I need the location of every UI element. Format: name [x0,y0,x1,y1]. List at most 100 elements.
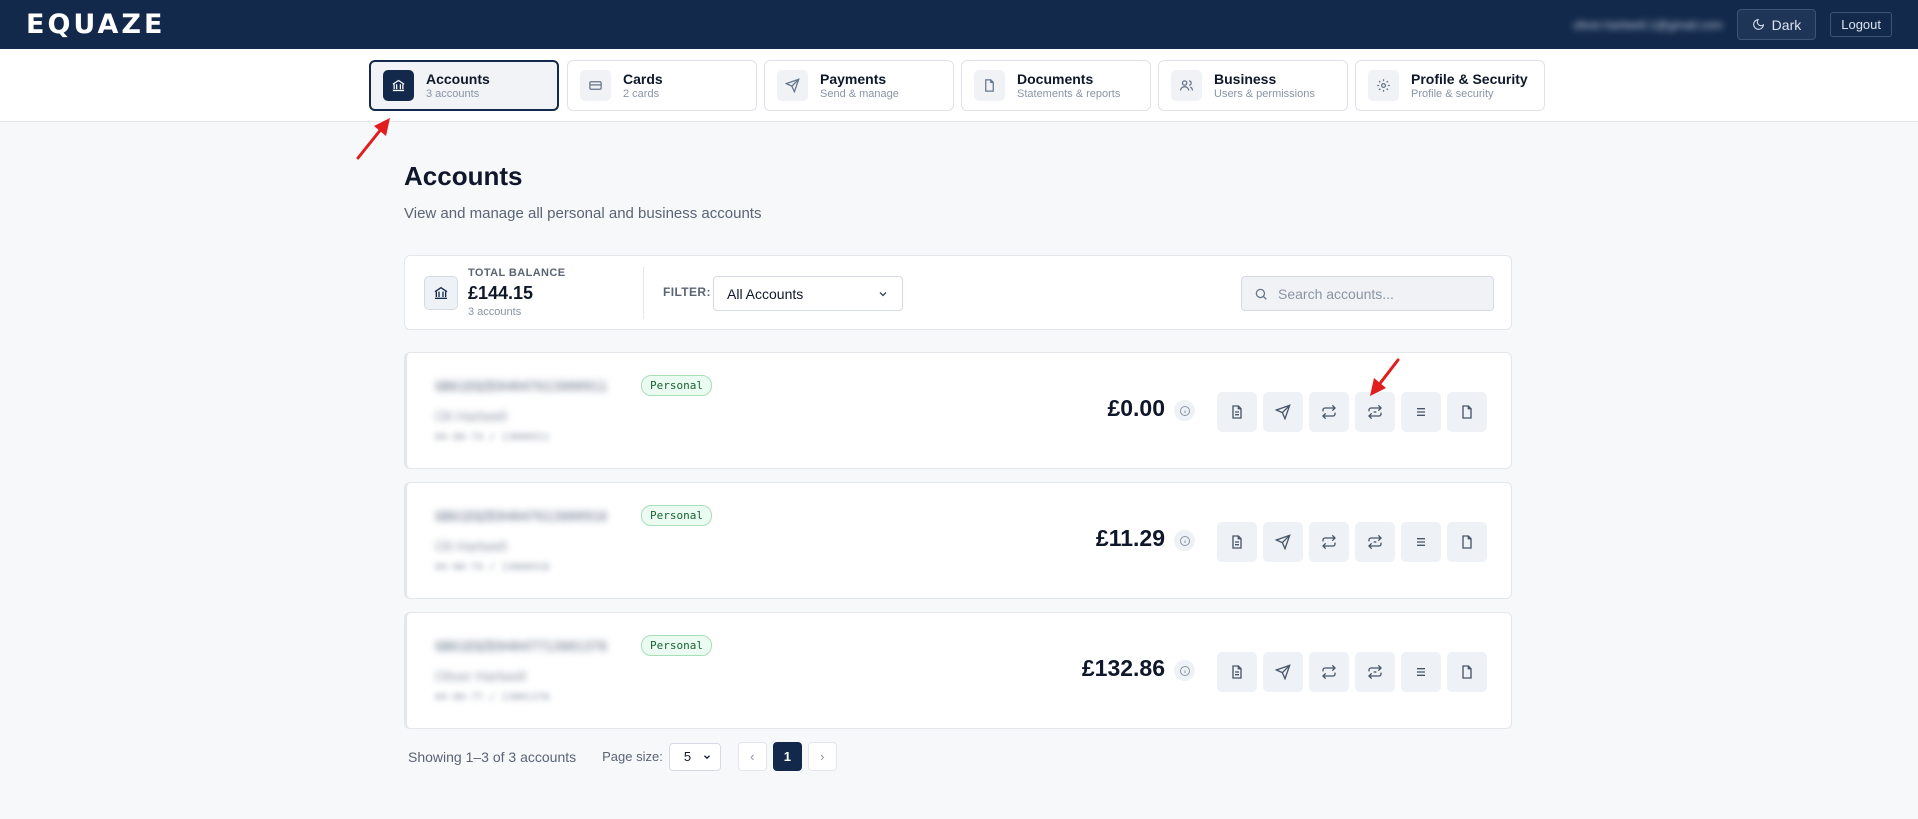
next-page-button[interactable]: › [807,742,837,771]
tab-subtitle: Users & permissions [1214,87,1315,100]
annotation-arrow-icon [1370,358,1400,396]
list-icon [1417,538,1425,546]
info-icon[interactable] [1174,530,1195,551]
document-button[interactable] [1447,652,1487,692]
tab-title: Payments [820,70,887,87]
dark-mode-label: Dark [1771,16,1802,33]
tab-accounts[interactable]: Accounts 3 accounts [369,60,559,111]
account-card[interactable]: GB61EQZE04047613800918 Personal Oli Hart… [404,482,1512,599]
statement-button[interactable] [1217,392,1257,432]
account-card[interactable]: GB61EQZE04047713801378 Personal Oliver H… [404,612,1512,729]
transfer-button[interactable] [1309,522,1349,562]
exchange-icon [1368,404,1382,420]
app-logo[interactable]: EQUAZE [26,9,165,40]
send-icon [1275,404,1291,420]
transfer-button[interactable] [1309,392,1349,432]
statement-button[interactable] [1217,652,1257,692]
account-sort-code: 04-00-74 / 13800918 [435,562,550,573]
tab-documents[interactable]: Documents Statements & reports [961,60,1151,111]
statement-button[interactable] [1217,522,1257,562]
file-text-icon [1232,665,1242,679]
file-text-icon [1232,535,1242,549]
chevron-down-icon [879,291,887,296]
page-title: Accounts [404,161,523,191]
transfer-button[interactable] [1309,652,1349,692]
account-iban: GB61EQZE04047713801378 [435,640,608,655]
users-icon [1171,70,1202,101]
repeat-icon [1322,534,1336,550]
send-icon [1275,534,1291,550]
logout-button[interactable]: Logout [1830,12,1892,37]
page-subtitle: View and manage all personal and busines… [404,205,762,222]
tab-profile-security[interactable]: Profile & Security Profile & security [1355,60,1545,111]
account-filter-select[interactable]: All Accounts [713,276,903,311]
gear-icon [1368,70,1399,101]
repeat-icon [1322,404,1336,420]
dark-mode-button[interactable]: Dark [1736,9,1817,40]
pagination-bar: Showing 1–3 of 3 accounts Page size: 5 ‹… [408,742,837,771]
account-card[interactable]: GB61EQZE04047613800911 Personal Oli Hart… [404,352,1512,469]
document-icon [1462,535,1472,549]
total-balance-label: TOTAL BALANCE [468,267,566,279]
account-type-badge: Personal [641,635,712,656]
send-payment-button[interactable] [1263,392,1303,432]
exchange-button[interactable] [1355,652,1395,692]
account-sort-code: 04-00-77 / 13801378 [435,692,550,703]
account-type-badge: Personal [641,505,712,526]
bank-icon [424,276,458,310]
account-holder-name: Oli Hartwell [435,408,507,424]
tab-cards[interactable]: Cards 2 cards [567,60,757,111]
tab-subtitle: 2 cards [623,87,660,100]
account-holder-name: Oli Hartwell [435,538,507,554]
tab-title: Profile & Security [1411,70,1528,87]
document-icon [1462,665,1472,679]
page-size-select[interactable]: 5 [668,742,721,771]
list-icon [1417,668,1425,676]
filter-label: FILTER: [663,285,711,299]
document-button[interactable] [1447,522,1487,562]
search-box[interactable] [1241,276,1494,311]
filter-value: All Accounts [727,285,804,302]
prev-page-button[interactable]: ‹ [737,742,767,771]
page-1-button[interactable]: 1 [772,742,802,771]
account-count: 3 accounts [468,306,522,318]
top-bar: EQUAZE oliver.hartwell.1@gmail.com Dark … [0,0,1918,49]
user-email: oliver.hartwell.1@gmail.com [1573,17,1723,32]
account-actions [1217,652,1487,692]
document-icon [1462,405,1472,419]
top-bar-actions: oliver.hartwell.1@gmail.com Dark Logout [1573,9,1892,40]
search-icon [1255,288,1267,300]
transactions-button[interactable] [1401,652,1441,692]
summary-divider [643,267,644,319]
balance-summary: TOTAL BALANCE £144.15 3 accounts FILTER:… [404,255,1512,330]
account-actions [1217,522,1487,562]
tab-title: Documents [1017,70,1094,87]
file-text-icon [1232,405,1242,419]
tab-subtitle: Profile & security [1411,87,1494,100]
exchange-button[interactable] [1355,522,1395,562]
transactions-button[interactable] [1401,522,1441,562]
search-input[interactable] [1278,285,1468,302]
exchange-icon [1368,534,1382,550]
tab-subtitle: Statements & reports [1017,87,1121,100]
tab-business[interactable]: Business Users & permissions [1158,60,1348,111]
account-actions [1217,392,1487,432]
list-icon [1417,408,1425,416]
account-balance: £11.29 [1095,525,1165,551]
send-payment-button[interactable] [1263,522,1303,562]
account-sort-code: 04-00-74 / 13800911 [435,432,550,443]
transactions-button[interactable] [1401,392,1441,432]
tab-title: Cards [623,70,663,87]
info-icon[interactable] [1174,400,1195,421]
account-balance: £0.00 [1107,395,1165,421]
annotation-arrow-icon [356,118,390,160]
repeat-icon [1322,664,1336,680]
send-payment-button[interactable] [1263,652,1303,692]
info-icon[interactable] [1174,660,1195,681]
account-iban: GB61EQZE04047613800911 [435,380,608,395]
card-icon [580,70,611,101]
tab-payments[interactable]: Payments Send & manage [764,60,954,111]
document-button[interactable] [1447,392,1487,432]
tab-title: Business [1214,70,1277,87]
document-icon [974,70,1005,101]
